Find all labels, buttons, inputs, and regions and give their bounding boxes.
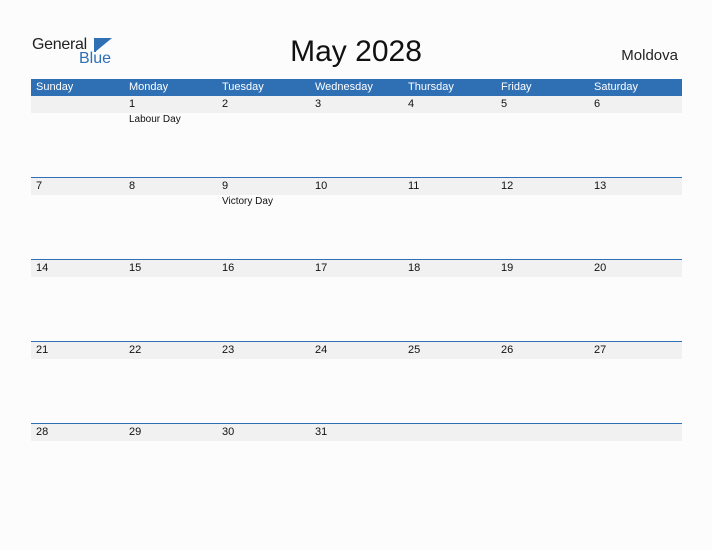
week-row: 7 8 9 10 11 12 13 Victory Day	[31, 177, 682, 259]
holiday-label: Victory Day	[222, 196, 273, 207]
holiday-label	[124, 195, 217, 209]
calendar-grid: Sunday Monday Tuesday Wednesday Thursday…	[31, 79, 682, 505]
date-cell	[403, 424, 496, 441]
weekday-sunday: Sunday	[36, 81, 74, 93]
holiday-label	[31, 195, 124, 209]
weekday-saturday: Saturday	[594, 81, 639, 93]
event-row: Labour Day	[31, 113, 682, 127]
date-cell: 13	[594, 180, 607, 192]
date-cell: 25	[408, 344, 421, 356]
date-cell: 10	[315, 180, 328, 192]
holiday-label	[589, 195, 682, 209]
holiday-label: Labour Day	[129, 114, 181, 125]
date-cell: 8	[129, 180, 136, 192]
date-row: 21 22 23 24 25 26 27	[31, 342, 682, 359]
week-row: 1 2 3 4 5 6 Labour Day	[31, 96, 682, 177]
date-cell: 20	[594, 262, 607, 274]
date-cell: 12	[501, 180, 514, 192]
date-cell	[496, 424, 589, 441]
date-row: 7 8 9 10 11 12 13	[31, 178, 682, 195]
week-row: 28 29 30 31	[31, 423, 682, 505]
weekday-wednesday: Wednesday	[315, 81, 373, 93]
weekday-tuesday: Tuesday	[222, 81, 264, 93]
holiday-label	[589, 113, 682, 127]
date-cell: 30	[222, 426, 235, 438]
weekday-thursday: Thursday	[408, 81, 454, 93]
date-row: 28 29 30 31	[31, 424, 682, 441]
page-title: May 2028	[290, 35, 422, 68]
date-cell: 21	[36, 344, 49, 356]
date-cell: 17	[315, 262, 328, 274]
date-cell: 15	[129, 262, 142, 274]
date-cell: 3	[315, 98, 322, 110]
date-cell: 2	[222, 98, 229, 110]
date-row: 1 2 3 4 5 6	[31, 96, 682, 113]
holiday-label	[31, 113, 124, 127]
holiday-label	[403, 195, 496, 209]
date-cell: 26	[501, 344, 514, 356]
holiday-label	[217, 113, 310, 127]
weekday-header: Sunday Monday Tuesday Wednesday Thursday…	[31, 79, 682, 96]
event-row: Victory Day	[31, 195, 682, 209]
date-cell: 22	[129, 344, 142, 356]
date-cell	[589, 424, 682, 441]
date-cell: 23	[222, 344, 235, 356]
date-cell: 18	[408, 262, 421, 274]
holiday-label	[496, 113, 589, 127]
date-cell: 16	[222, 262, 235, 274]
weekday-monday: Monday	[129, 81, 169, 93]
date-cell: 14	[36, 262, 49, 274]
date-cell: 31	[315, 426, 328, 438]
date-cell: 9	[222, 180, 229, 192]
country-label: Moldova	[621, 47, 678, 64]
holiday-label	[310, 113, 403, 127]
holiday-label	[496, 195, 589, 209]
holiday-label	[403, 113, 496, 127]
date-cell: 24	[315, 344, 328, 356]
week-row: 21 22 23 24 25 26 27	[31, 341, 682, 423]
date-cell: 19	[501, 262, 514, 274]
date-cell: 28	[36, 426, 49, 438]
date-cell	[31, 96, 124, 113]
date-cell: 27	[594, 344, 607, 356]
date-cell: 7	[36, 180, 43, 192]
date-cell: 29	[129, 426, 142, 438]
date-cell: 11	[408, 180, 420, 192]
date-row: 14 15 16 17 18 19 20	[31, 260, 682, 277]
date-cell: 4	[408, 98, 415, 110]
date-cell: 1	[129, 98, 136, 110]
holiday-label	[310, 195, 403, 209]
date-cell: 6	[594, 98, 601, 110]
weekday-friday: Friday	[501, 81, 532, 93]
week-row: 14 15 16 17 18 19 20	[31, 259, 682, 341]
date-cell: 5	[501, 98, 508, 110]
